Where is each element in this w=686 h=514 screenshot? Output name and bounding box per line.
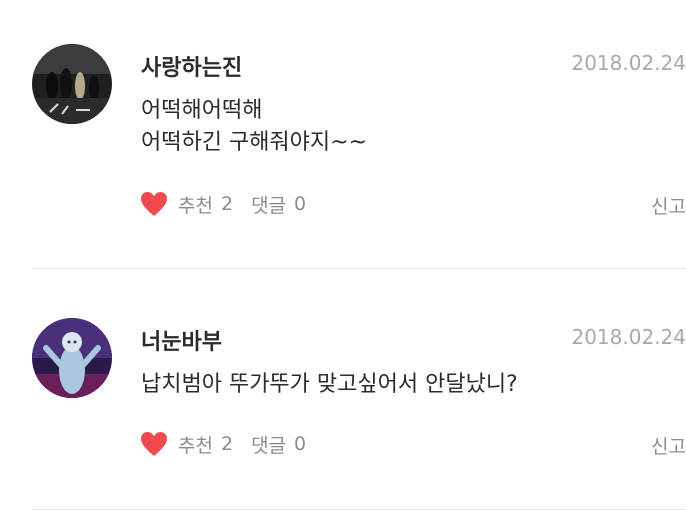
comment-text: 어떡해어떡해 어떡하긴 구해줘야지~~ — [141, 98, 368, 155]
heart-icon[interactable] — [140, 431, 168, 457]
report-button[interactable]: 신고 — [651, 432, 686, 459]
comment-actions: 추천 2 댓글 0 — [140, 189, 306, 219]
comment-date: 2018.02.24 — [571, 325, 686, 349]
comment-actions: 추천 2 댓글 0 — [140, 429, 306, 459]
recommend-button[interactable]: 추천 — [178, 431, 213, 458]
report-button[interactable]: 신고 — [651, 192, 686, 219]
comment-text: 납치범아 뚜가뚜가 맞고싶어서 안달났니? — [141, 372, 518, 397]
recommend-button[interactable]: 추천 — [178, 191, 213, 218]
divider — [32, 509, 686, 510]
heart-icon[interactable] — [140, 191, 168, 217]
reply-button[interactable]: 댓글 — [251, 431, 286, 458]
avatar[interactable] — [32, 318, 112, 398]
recommend-count: 2 — [220, 193, 234, 215]
reply-button[interactable]: 댓글 — [251, 191, 286, 218]
avatar-photo-icon — [32, 318, 112, 398]
reply-count: 0 — [294, 193, 307, 215]
divider — [32, 268, 686, 269]
recommend-count: 2 — [220, 433, 234, 455]
username[interactable]: 너눈바부 — [141, 324, 222, 356]
comment-date: 2018.02.24 — [571, 51, 686, 75]
username[interactable]: 사랑하는진 — [141, 50, 242, 82]
reply-count: 0 — [294, 433, 307, 455]
avatar[interactable] — [32, 44, 112, 124]
avatar-photo-icon — [32, 44, 112, 124]
